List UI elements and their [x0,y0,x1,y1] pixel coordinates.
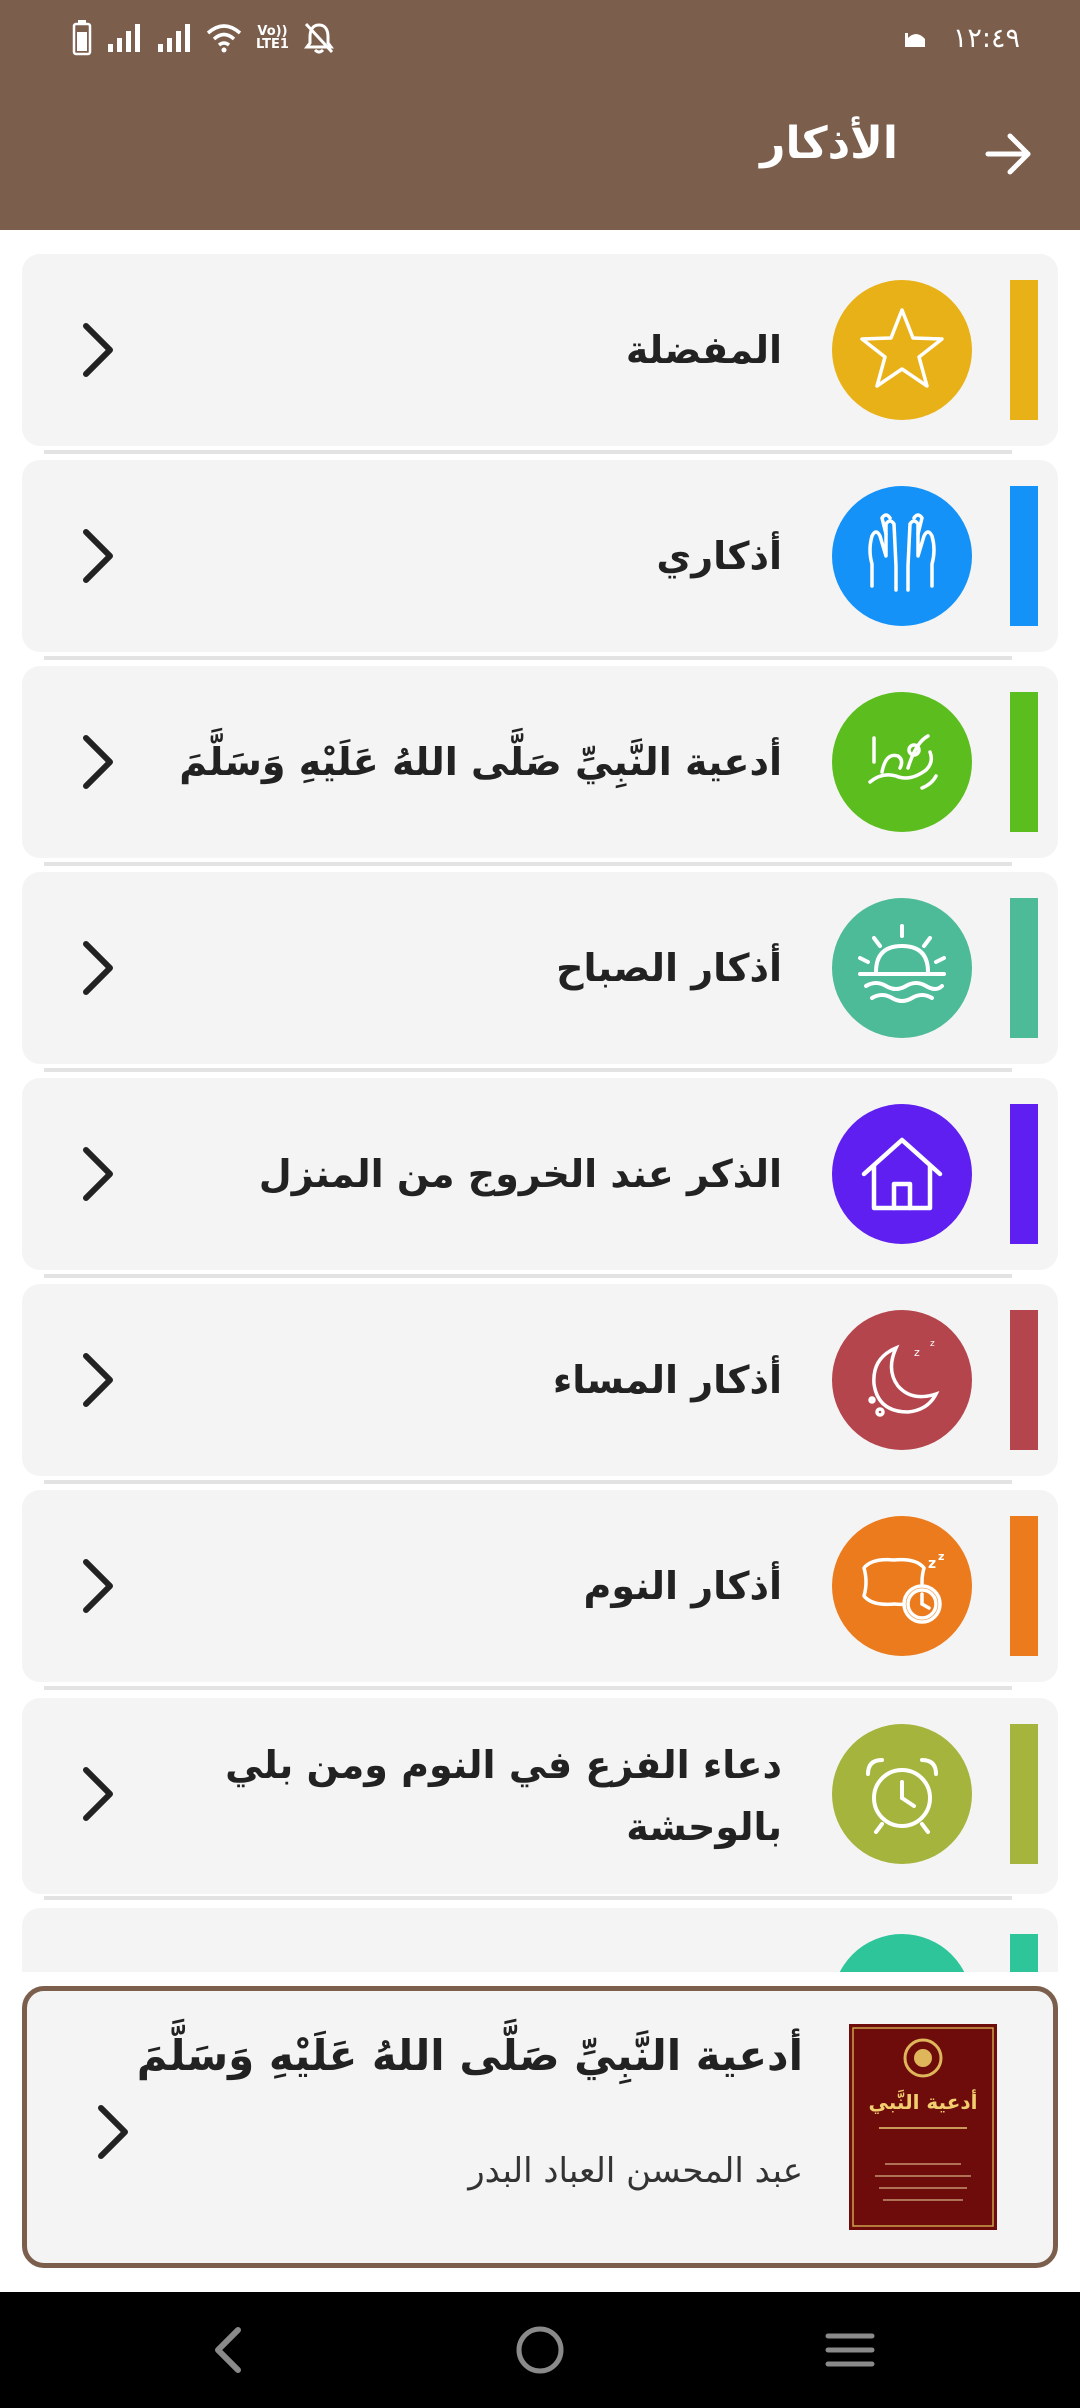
icon-circle [832,898,972,1038]
accent-bar [1010,1310,1038,1450]
menu-icon[interactable] [820,2320,880,2380]
clock-time: ١٢:٤٩ [952,22,1020,54]
lte-label: LTE1 [256,37,289,52]
chevron-right-icon [83,323,113,377]
chevron-right-icon [83,1353,113,1407]
list-item-my-azkar[interactable]: أذكاري [22,460,1058,652]
divider [44,450,1012,454]
svg-text:z: z [930,1339,935,1349]
list-item-label: أذكار النوم [583,1564,782,1608]
featured-author: عبد المحسن العباد البدر [468,2151,803,2191]
featured-book-card[interactable]: أدعية النَّبي أدعية النَّبِيِّ صَلَّى ال… [22,1986,1058,2268]
chevron-right-icon [83,529,113,583]
list-item-prophet-duas[interactable]: أدعية النَّبِيِّ صَلَّى اللهُ عَلَيْهِ و… [22,666,1058,858]
list-item-fear-in-sleep[interactable]: دعاء الفزع في النوم ومن بلي بالوحشة [22,1698,1058,1894]
divider [44,1068,1012,1072]
icon-circle [832,280,972,420]
mosque-icon [904,33,925,47]
wifi-icon [206,24,242,53]
list-item-morning-azkar[interactable]: أذكار الصباح [22,872,1058,1064]
page-title: الأذكار [760,118,898,169]
list-item-label: دعاء الفزع في النوم ومن بلي بالوحشة [225,1743,782,1849]
accent-bar [1010,1934,1038,1972]
featured-title: أدعية النَّبِيِّ صَلَّى اللهُ عَلَيْهِ و… [136,2031,803,2080]
house-icon [861,1137,943,1211]
home-icon[interactable] [510,2320,570,2380]
list-item-label: أذكار المساء [552,1358,782,1402]
divider [44,1480,1012,1484]
list-item-sleep-azkar[interactable]: zz أذكار النوم [22,1490,1058,1682]
lte-badge: Vo)) LTE1 [256,25,289,51]
praying-hands-icon [868,513,936,592]
icon-circle [832,1724,972,1864]
book-cover-title: أدعية النَّبي [868,2090,978,2114]
list-item-partial[interactable] [22,1908,1058,1972]
back-icon[interactable] [200,2320,260,2380]
list-item-label: الذكر عند الخروج من المنزل [258,1152,782,1196]
chevron-right-icon [83,735,113,789]
book-cover-art [852,2027,994,2227]
chevron-right-icon [83,1767,113,1821]
icon-circle [832,1934,972,1972]
list-item-label: أدعية النَّبِيِّ صَلَّى اللهُ عَلَيْهِ و… [179,740,782,784]
list-item-label: أذكار الصباح [556,946,782,990]
status-bar: Vo)) LTE1 ١٢:٤٩ [0,0,1080,76]
chevron-right-icon [83,1559,113,1613]
accent-bar [1010,692,1038,832]
star-icon [860,308,944,388]
accent-bar [1010,898,1038,1038]
accent-bar [1010,486,1038,626]
svg-text:z: z [914,1346,920,1359]
list-item-leaving-home[interactable]: الذكر عند الخروج من المنزل [22,1078,1058,1270]
list-item-favorites[interactable]: المفضلة [22,254,1058,446]
icon-circle [832,486,972,626]
divider [44,1896,1012,1900]
book-cover: أدعية النَّبي [849,2024,997,2230]
divider [44,656,1012,660]
system-nav-bar [0,2292,1080,2408]
chevron-right-icon [98,2105,128,2159]
svg-text:z: z [938,1550,944,1563]
signal-icon-2 [158,24,190,52]
signal-icon [108,24,140,52]
accent-bar [1010,1516,1038,1656]
svg-text:z: z [928,1556,936,1572]
muhammad-calligraphy-icon [868,734,938,790]
status-icons: Vo)) LTE1 [72,18,335,58]
list-item-label: أذكاري [656,534,782,578]
app-bar: الأذكار [0,76,1080,230]
moon-icon: zz [868,1339,940,1417]
divider [44,862,1012,866]
alarm-clock-icon [866,1758,938,1834]
list-item-label: المفضلة [625,328,782,372]
accent-bar [1010,1104,1038,1244]
icon-circle: zz [832,1516,972,1656]
accent-bar [1010,280,1038,420]
sunrise-icon [858,924,946,1003]
azkar-list: المفضلة أذكاري أدعية النَّبِيِّ صَلَّى ا… [0,230,1080,1972]
list-item-evening-azkar[interactable]: zz أذكار المساء [22,1284,1058,1476]
battery-icon [72,20,92,56]
arrow-right-icon[interactable] [980,126,1036,182]
icon-circle [832,692,972,832]
mute-bell-icon [303,22,334,54]
accent-bar [1010,1724,1038,1864]
chevron-right-icon [83,1147,113,1201]
status-right: ١٢:٤٩ [904,18,1020,58]
divider [44,1274,1012,1278]
icon-circle: zz [832,1310,972,1450]
divider [44,1686,1012,1690]
pillow-clock-icon: zz [862,1550,944,1624]
chevron-right-icon [83,941,113,995]
icon-circle [832,1104,972,1244]
